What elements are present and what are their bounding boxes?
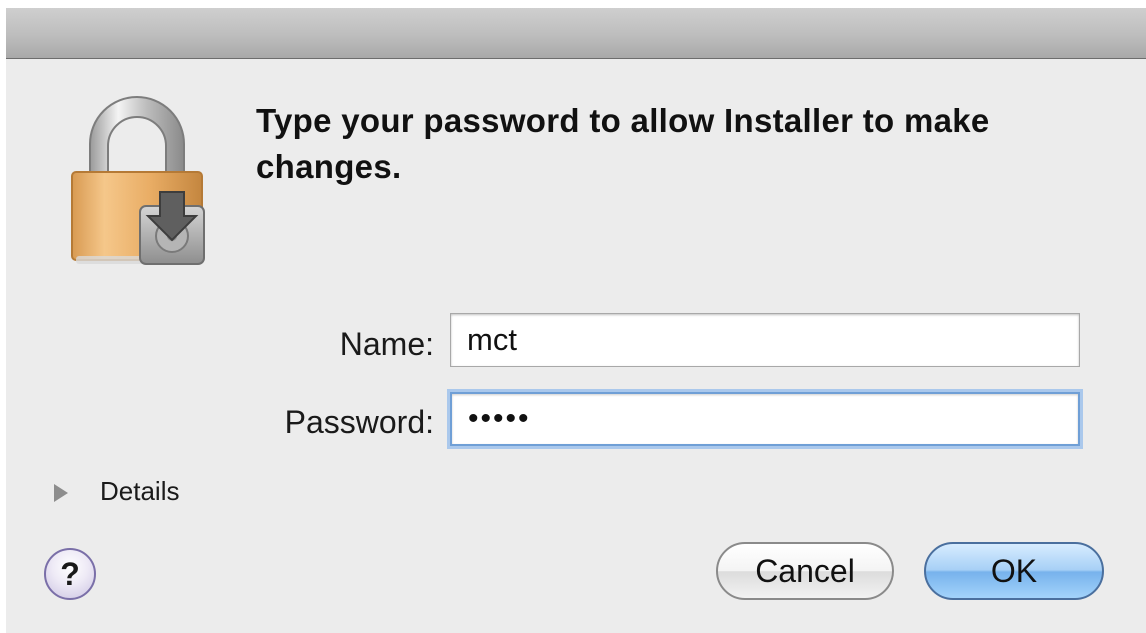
auth-prompt-text: Type your password to allow Installer to… xyxy=(256,102,990,185)
auth-dialog: Type your password to allow Installer to… xyxy=(6,8,1146,633)
details-toggle[interactable]: Details xyxy=(100,476,179,507)
help-button[interactable]: ? xyxy=(44,548,96,600)
name-field[interactable]: mct xyxy=(450,313,1080,367)
password-label: Password: xyxy=(284,404,434,440)
cancel-button[interactable]: Cancel xyxy=(716,542,894,600)
disclosure-triangle-icon[interactable] xyxy=(54,484,68,502)
name-label: Name: xyxy=(339,326,434,362)
title-bar[interactable] xyxy=(6,8,1146,59)
password-mask: ••••• xyxy=(468,402,531,435)
help-icon: ? xyxy=(60,555,80,592)
lock-installer-icon xyxy=(62,94,212,269)
name-value: mct xyxy=(467,322,517,357)
password-field[interactable]: ••••• xyxy=(450,392,1080,446)
ok-button[interactable]: OK xyxy=(924,542,1104,600)
